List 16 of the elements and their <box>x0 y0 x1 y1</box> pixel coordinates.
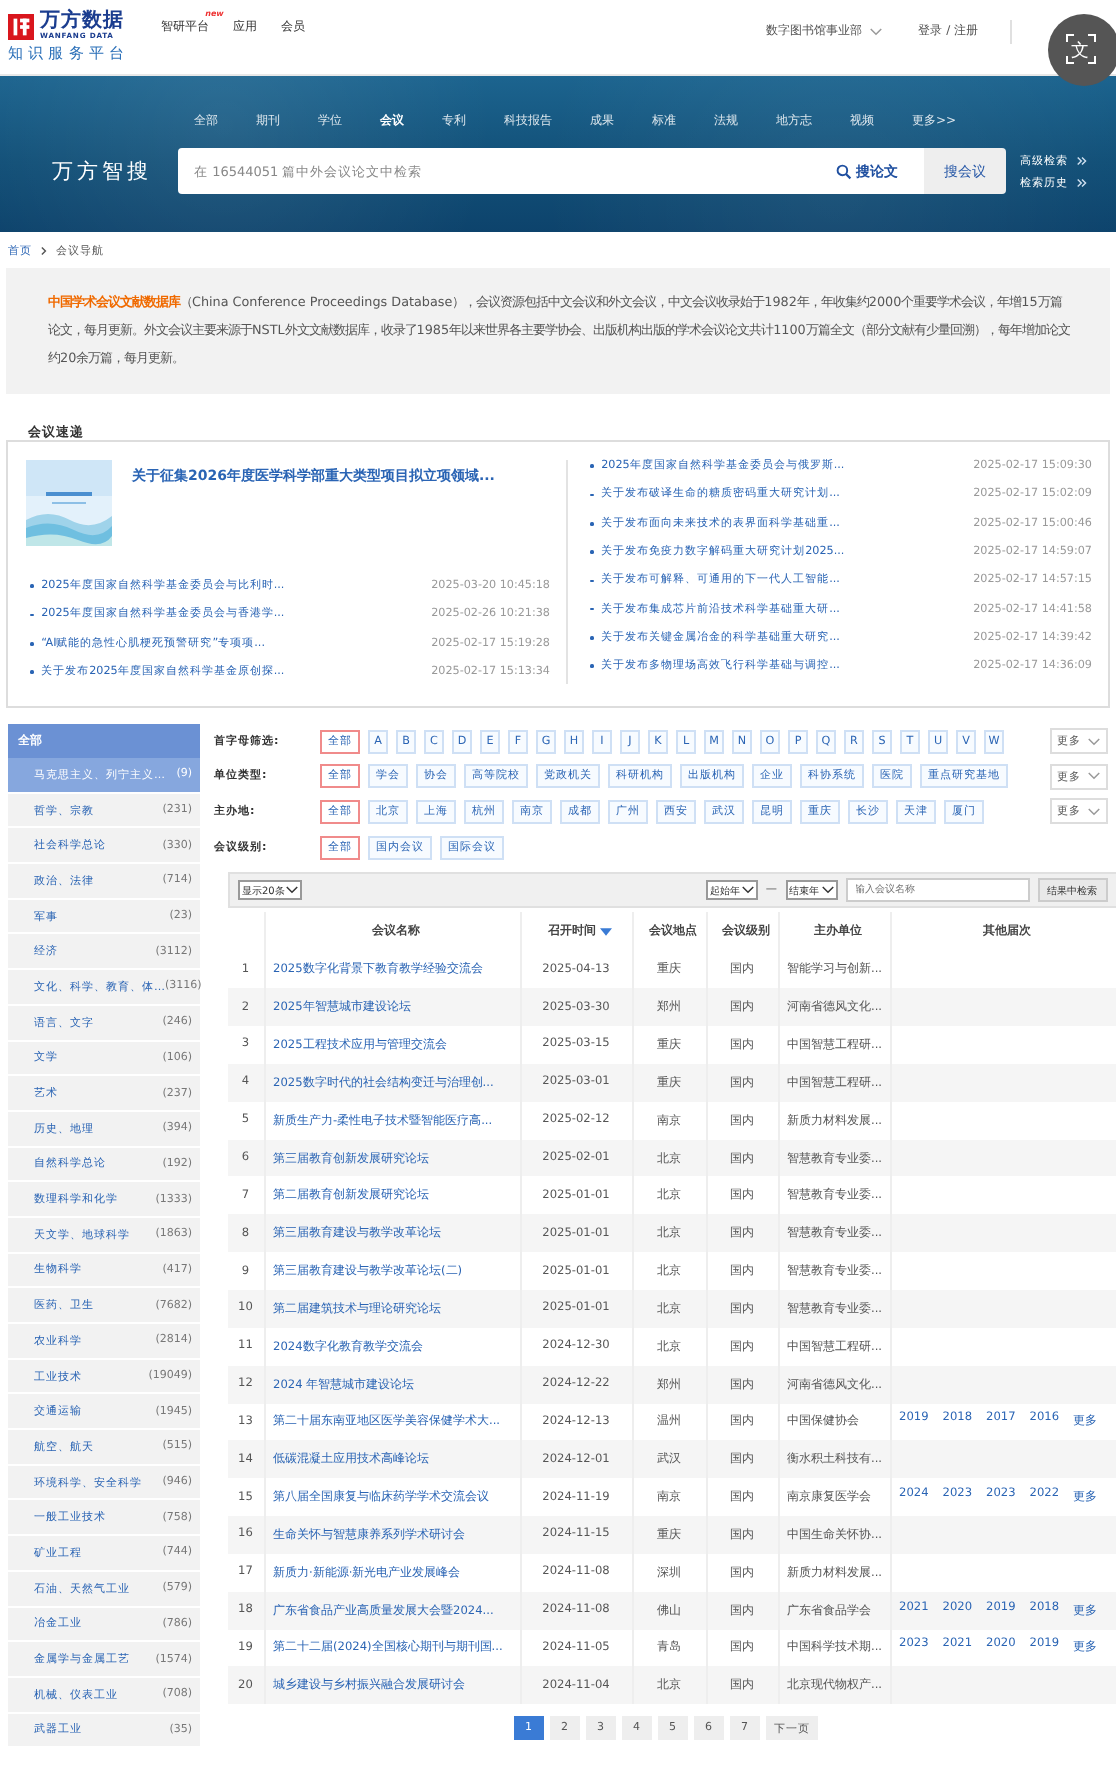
logo-icon <box>8 13 34 39</box>
caret-icon <box>1087 737 1099 746</box>
double-chevron-icon <box>1076 177 1088 187</box>
brand-title: 万方智搜 <box>50 157 154 185</box>
translate-button[interactable]: 文 <box>1048 14 1116 86</box>
chevron-icon <box>40 245 48 255</box>
search-icon <box>836 163 852 179</box>
caret-icon <box>286 886 299 895</box>
caret-icon <box>741 886 754 895</box>
double-chevron-icon <box>1076 155 1088 165</box>
caret-icon <box>870 27 883 35</box>
logo-title: 万方数据 <box>40 11 124 31</box>
sort-icon <box>600 927 612 936</box>
caret-icon <box>1087 772 1099 781</box>
caret-icon <box>821 886 833 895</box>
caret-icon <box>1087 807 1099 816</box>
